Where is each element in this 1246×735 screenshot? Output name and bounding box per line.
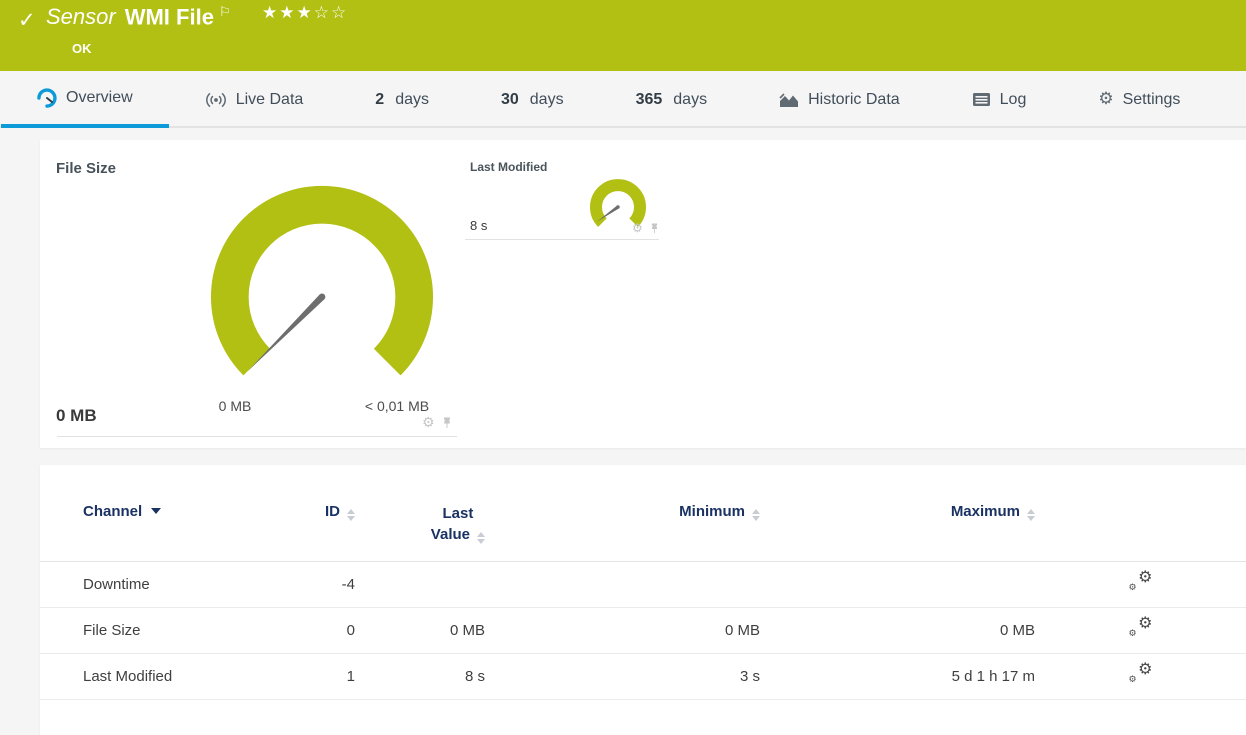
primary-gauge-value: 0 MB <box>56 406 97 425</box>
channel-settings-gears-icon[interactable]: ⚙ ⚙ <box>1129 661 1153 685</box>
tab-30-days-label: days <box>529 90 564 108</box>
channel-maximum: 5 d 1 h 17 m <box>760 653 1035 700</box>
page-title: WMI File <box>124 4 214 30</box>
tab-log-label: Log <box>999 90 1027 108</box>
sort-arrows-icon <box>752 509 760 521</box>
tab-settings-label: Settings <box>1122 90 1181 108</box>
sort-arrows-icon <box>347 509 355 521</box>
tab-2-days-number: 2 <box>375 90 385 108</box>
channel-last-value: 8 s <box>355 653 485 700</box>
secondary-gauge-value: 8 s <box>470 218 488 233</box>
column-header-minimum[interactable]: Minimum <box>485 503 760 562</box>
tab-365-days-number: 365 <box>635 90 663 108</box>
secondary-tile-divider <box>465 239 659 240</box>
sensor-title-line: Sensor WMI File ⚐ <box>46 4 231 30</box>
tab-live-data[interactable]: Live Data <box>169 71 340 128</box>
table-header-row: Channel ID Last Value Minimum Maximum <box>40 503 1246 562</box>
tab-settings[interactable]: ⚙ Settings <box>1062 71 1216 128</box>
channel-name: File Size <box>40 607 280 654</box>
channel-last-value <box>355 561 485 608</box>
column-header-maximum[interactable]: Maximum <box>760 503 1035 562</box>
gauge-needle <box>247 294 325 372</box>
tab-2-days[interactable]: 2 days <box>339 71 465 128</box>
tab-30-days-number: 30 <box>500 90 519 108</box>
primary-tile-divider <box>57 436 457 437</box>
file-size-gauge <box>210 186 434 376</box>
table-row: Last Modified 1 8 s 3 s 5 d 1 h 17 m ⚙ ⚙ <box>40 653 1246 700</box>
status-ok-check-icon: ✓ <box>18 9 36 32</box>
status-badge: OK <box>72 41 92 56</box>
table-row: Downtime -4 ⚙ ⚙ <box>40 561 1246 608</box>
tab-bar: Overview Live Data 2 days 30 days 365 da… <box>0 71 1246 128</box>
gauge-icon <box>37 87 57 108</box>
overview-gauges-panel: File Size 0 MB < 0,01 MB 0 MB ⚙ Last Mod… <box>40 140 1246 448</box>
tab-overview[interactable]: Overview <box>1 71 169 128</box>
channel-settings-gears-icon[interactable]: ⚙ ⚙ <box>1129 569 1153 593</box>
priority-stars[interactable]: ★★★☆☆ <box>262 3 348 23</box>
channel-id: -4 <box>280 561 355 608</box>
primary-gauge-actions: ⚙ <box>422 416 452 430</box>
settings-gear-icon: ⚙ <box>1098 89 1114 109</box>
channel-maximum <box>760 561 1035 608</box>
channels-table-panel: Channel ID Last Value Minimum Maximum Do… <box>40 465 1246 735</box>
live-data-icon <box>205 92 226 107</box>
sensor-status-banner: ✓ Sensor WMI File ⚐ ★★★☆☆ OK <box>0 0 1246 71</box>
table-row: File Size 0 0 MB 0 MB 0 MB ⚙ ⚙ <box>40 607 1246 654</box>
channel-name: Last Modified <box>40 653 280 700</box>
column-header-channel[interactable]: Channel <box>40 503 280 562</box>
sort-arrows-icon <box>1027 509 1035 521</box>
gauge-settings-gear-icon[interactable]: ⚙ <box>422 416 435 430</box>
log-list-icon <box>972 93 990 106</box>
channel-maximum: 0 MB <box>760 607 1035 654</box>
tab-365-days-label: days <box>673 90 708 108</box>
secondary-gauge-actions: ⚙ <box>632 222 659 234</box>
channel-minimum <box>485 561 760 608</box>
tab-historic-data-label: Historic Data <box>808 90 900 108</box>
area-chart-icon <box>779 92 799 107</box>
pin-icon[interactable] <box>650 223 659 234</box>
gauge-max-label: < 0,01 MB <box>364 398 430 414</box>
channel-settings-gears-icon[interactable]: ⚙ ⚙ <box>1129 615 1153 639</box>
gauge-settings-gear-icon[interactable]: ⚙ <box>632 222 643 234</box>
pin-icon[interactable] <box>442 417 452 429</box>
tab-historic-data[interactable]: Historic Data <box>743 71 936 128</box>
primary-gauge-title: File Size <box>56 160 117 177</box>
channel-minimum: 3 s <box>485 653 760 700</box>
column-header-actions <box>1035 503 1246 562</box>
channels-table: Channel ID Last Value Minimum Maximum Do… <box>40 503 1246 700</box>
sort-caret-down-icon <box>151 508 162 514</box>
object-kind-label: Sensor <box>46 4 116 30</box>
tab-log[interactable]: Log <box>936 71 1063 128</box>
channel-last-value: 0 MB <box>355 607 485 654</box>
tab-2-days-label: days <box>395 90 429 108</box>
flag-icon[interactable]: ⚐ <box>219 4 231 19</box>
tab-30-days[interactable]: 30 days <box>465 71 600 128</box>
secondary-gauge-title: Last Modified <box>470 160 548 174</box>
column-header-id[interactable]: ID <box>280 503 355 562</box>
column-header-last-value[interactable]: Last Value <box>355 503 485 562</box>
channel-id: 1 <box>280 653 355 700</box>
channel-id: 0 <box>280 607 355 654</box>
tab-live-data-label: Live Data <box>235 90 304 108</box>
gauge-min-label: 0 MB <box>218 398 252 414</box>
channel-minimum: 0 MB <box>485 607 760 654</box>
sort-arrows-icon <box>477 532 485 544</box>
stars-empty[interactable]: ☆☆ <box>314 3 348 22</box>
stars-filled[interactable]: ★★★ <box>262 3 314 22</box>
tab-overview-label: Overview <box>66 88 133 106</box>
channel-name: Downtime <box>40 561 280 608</box>
tab-365-days[interactable]: 365 days <box>600 71 744 128</box>
